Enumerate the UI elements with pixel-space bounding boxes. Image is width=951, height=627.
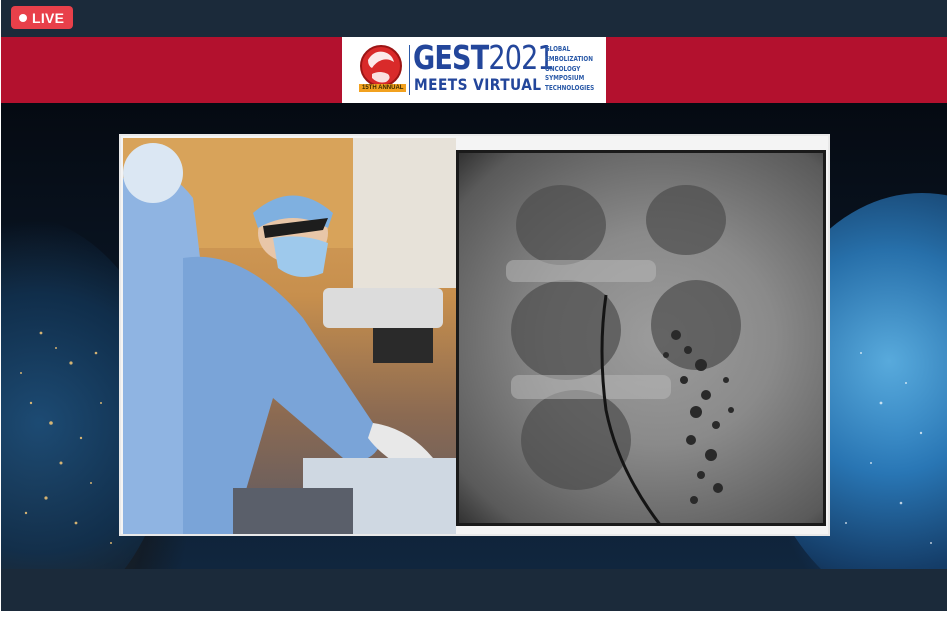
operating-room-camera-panel [123,138,456,534]
logo-word: EMBOLIZATION [545,54,593,63]
fluoroscopy-image-icon [456,150,826,526]
gest-logo: 15TH ANNUAL GEST2021 MEETS VIRTUAL GLOBA… [342,37,606,103]
event-banner: 15TH ANNUAL GEST2021 MEETS VIRTUAL GLOBA… [1,37,947,103]
logo-word: TECHNOLOGIES [545,84,595,93]
logo-word: GLOBAL [545,45,571,53]
logo-gest-text: GEST [413,38,489,77]
logo-word: ONCOLOGY [545,64,581,73]
logo-title: GEST2021 [413,38,555,77]
fluoroscopy-panel [456,150,826,526]
live-stream-player[interactable]: LIVE 15TH ANNUAL GEST2021 MEETS VIRTUAL … [1,0,947,611]
logo-divider [409,45,410,95]
player-top-bar: LIVE [1,0,947,37]
annual-tag: 15TH ANNUAL [359,84,407,92]
logo-acronym-words: GLOBAL EMBOLIZATION ONCOLOGY SYMPOSIUM T… [545,45,594,94]
video-feed[interactable] [119,134,830,536]
live-dot-icon [19,13,27,22]
operating-room-scene-icon [123,138,456,534]
logo-word: SYMPOSIUM [545,74,585,83]
logo-subtitle: MEETS VIRTUAL [414,75,542,94]
live-badge: LIVE [11,6,74,29]
player-bottom-bar [1,569,947,611]
live-label: LIVE [32,9,65,26]
